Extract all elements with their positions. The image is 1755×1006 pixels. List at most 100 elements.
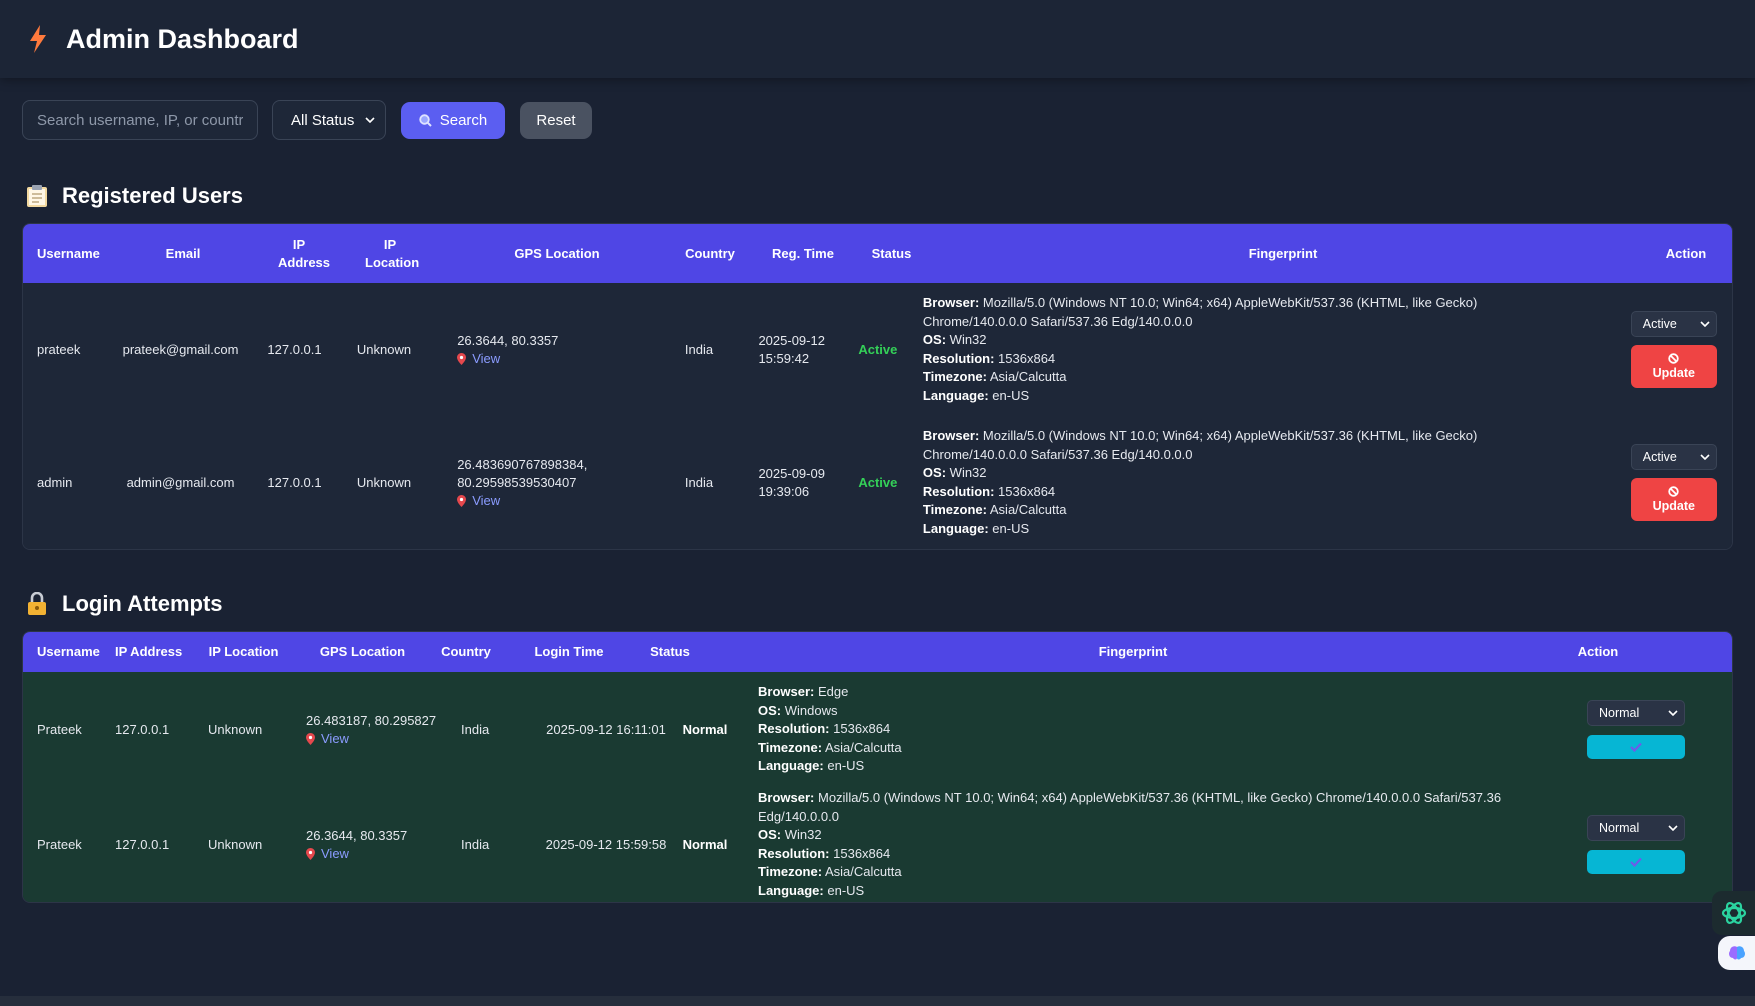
prohibited-icon (1668, 353, 1679, 364)
status-filter-select[interactable]: All Status (272, 100, 386, 140)
fp-timezone: Asia/Calcutta (989, 369, 1067, 384)
search-input[interactable] (22, 100, 258, 140)
apply-button[interactable] (1587, 850, 1685, 874)
table-row: Prateek 127.0.0.1 Unknown 26.483187, 80.… (23, 672, 1732, 787)
fp-language: en-US (827, 882, 865, 898)
apply-button[interactable] (1587, 735, 1685, 759)
fp-os: Win32 (949, 465, 987, 480)
user-status-value: Active (1642, 450, 1677, 464)
brain-floating-button[interactable] (1718, 936, 1755, 970)
search-button[interactable]: Search (401, 101, 505, 139)
fp-timezone-label: Timezone: (922, 369, 987, 384)
reset-button[interactable]: Reset (520, 101, 592, 139)
col-ip-location: IP Location (208, 644, 279, 659)
fp-os-label: OS: (758, 827, 782, 842)
view-link-label: View (321, 845, 349, 861)
view-map-link[interactable]: View (306, 845, 461, 863)
attempts-table-header: Username IP Address IP Location GPS Loca… (23, 632, 1732, 672)
cell-ip-location: Unknown (356, 341, 412, 357)
cell-email: admin@gmail.com (126, 474, 235, 490)
chevron-down-icon (1700, 321, 1710, 327)
map-pin-icon (457, 352, 467, 365)
chevron-down-icon (365, 117, 375, 123)
section-title-text: Login Attempts (62, 591, 223, 616)
lightning-bolt-icon (30, 25, 46, 53)
view-map-link[interactable]: View (457, 492, 668, 510)
cell-username: Prateek (37, 836, 82, 852)
filter-bar: All Status Search Reset (0, 78, 1755, 140)
fp-os: Win32 (949, 332, 987, 347)
fp-language: en-US (992, 520, 1030, 536)
chevron-down-icon (1668, 825, 1678, 831)
col-ip-address: IP Address (115, 644, 183, 659)
update-button[interactable]: Update (1630, 345, 1717, 388)
fp-resolution-label: Resolution: (758, 721, 830, 737)
status-badge: Active (858, 474, 898, 490)
section-title-text: Registered Users (62, 183, 243, 208)
status-badge: Normal (682, 721, 728, 737)
attempt-status-value: Normal (1599, 706, 1640, 720)
attempt-status-value: Normal (1599, 821, 1640, 835)
fp-resolution-label: Resolution: (922, 350, 995, 366)
cell-gps: 26.3644, 80.3357 View (428, 332, 668, 368)
fp-timezone: Asia/Calcutta (824, 739, 902, 755)
col-reg-time: Reg. Time (772, 245, 834, 261)
user-status-select[interactable]: Active (1630, 444, 1717, 470)
fp-timezone-label: Timezone: (758, 739, 823, 755)
fp-language: en-US (992, 387, 1030, 403)
reg-time: 15:59:42 (758, 350, 810, 366)
col-action: Action (1577, 644, 1619, 659)
user-status-select[interactable]: Active (1630, 311, 1717, 337)
cell-login-time: 2025-09-12 16:11:01 (546, 721, 666, 737)
fp-timezone: Asia/Calcutta (989, 502, 1067, 517)
view-map-link[interactable]: View (457, 350, 668, 368)
fp-language: en-US (827, 758, 865, 774)
table-row: Prateek 127.0.0.1 Unknown 26.3644, 80.33… (23, 787, 1732, 902)
fp-os: Windows (784, 702, 838, 718)
brain-icon (1728, 946, 1745, 960)
cell-gps: 26.483690767898384, 80.29598539530407 Vi… (428, 456, 668, 510)
gps-coords: 26.3644, 80.3357 (306, 827, 408, 843)
fp-language-label: Language: (922, 520, 989, 536)
col-status: Status (871, 245, 912, 261)
status-badge: Normal (682, 836, 728, 852)
update-button-label: Update (1652, 366, 1695, 380)
attempt-status-select[interactable]: Normal (1587, 815, 1685, 841)
fp-timezone-label: Timezone: (922, 502, 987, 517)
cell-ip: 127.0.0.1 (115, 836, 170, 852)
col-username: Username (37, 245, 100, 261)
cell-username: prateek (37, 341, 81, 357)
search-button-label: Search (439, 111, 488, 129)
update-button[interactable]: Update (1630, 478, 1717, 521)
search-icon (419, 113, 432, 127)
status-filter-value: All Status (291, 111, 355, 129)
assistant-floating-button[interactable] (1712, 891, 1755, 935)
users-table: Username Email IP Address IP Location GP… (22, 223, 1733, 550)
cell-action: Normal (1582, 815, 1732, 874)
cell-reg-time: 2025-09-09 19:39:06 (729, 465, 851, 501)
gps-coords: 26.483690767898384, (457, 456, 588, 472)
section-registered-users: Registered Users (0, 183, 1755, 209)
chevron-down-icon (1668, 710, 1678, 716)
fp-browser-label: Browser: (922, 295, 980, 310)
col-gps-location: GPS Location (514, 245, 600, 261)
col-fingerprint: Fingerprint (1248, 245, 1318, 261)
clipboard-icon (27, 185, 47, 207)
col-country: Country (685, 245, 735, 261)
cell-fingerprint: Browser: Mozilla/5.0 (Windows NT 10.0; W… (904, 294, 1622, 405)
page-title: Admin Dashboard (66, 23, 299, 54)
attempt-status-select[interactable]: Normal (1587, 700, 1685, 726)
gps-coords: 26.483187, 80.295827 (306, 712, 437, 728)
fp-timezone-label: Timezone: (758, 864, 823, 879)
view-map-link[interactable]: View (306, 730, 461, 748)
users-table-header: Username Email IP Address IP Location GP… (23, 224, 1732, 283)
col-gps-location: GPS Location (319, 644, 406, 659)
cell-email: prateek@gmail.com (122, 341, 239, 357)
fp-os: Win32 (784, 827, 822, 842)
fp-resolution: 1536x864 (833, 845, 891, 861)
reg-time: 19:39:06 (758, 483, 810, 499)
cell-country: India (684, 474, 714, 490)
fp-browser-cont: Chrome/140.0.0.0 Safari/537.36 Edg/140.0… (922, 313, 1193, 329)
fp-resolution: 1536x864 (998, 483, 1056, 499)
cell-action: Active Update (1622, 311, 1732, 388)
